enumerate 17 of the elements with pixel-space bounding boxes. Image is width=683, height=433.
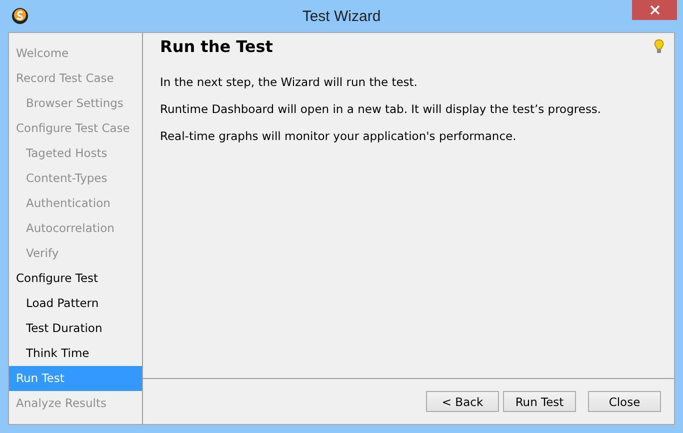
wizard-button[interactable]: Run Test <box>503 391 576 412</box>
step-item[interactable]: Test Duration <box>9 316 142 341</box>
step-item[interactable]: Run Test <box>9 366 142 391</box>
page-heading: Run the Test <box>160 37 273 56</box>
close-button[interactable] <box>632 0 677 20</box>
wizard-button[interactable]: Close <box>588 391 661 412</box>
lightbulb-icon[interactable] <box>654 39 664 54</box>
close-icon <box>650 5 660 15</box>
step-item[interactable]: Load Pattern <box>9 291 142 316</box>
step-item[interactable]: Think Time <box>9 341 142 366</box>
instruction-text: In the next step, the Wizard will run the test. <box>160 75 418 89</box>
instruction-text: Runtime Dashboard will open in a new tab. It will display the test’s progress. <box>160 102 602 116</box>
wizard-button[interactable]: < Back <box>426 391 499 412</box>
app-logo-icon <box>11 7 29 25</box>
step-item[interactable]: Configure Test <box>9 266 142 291</box>
instruction-text: Real-time graphs will monitor your application's performance. <box>160 129 518 143</box>
window-title: Test Wizard <box>301 8 382 24</box>
